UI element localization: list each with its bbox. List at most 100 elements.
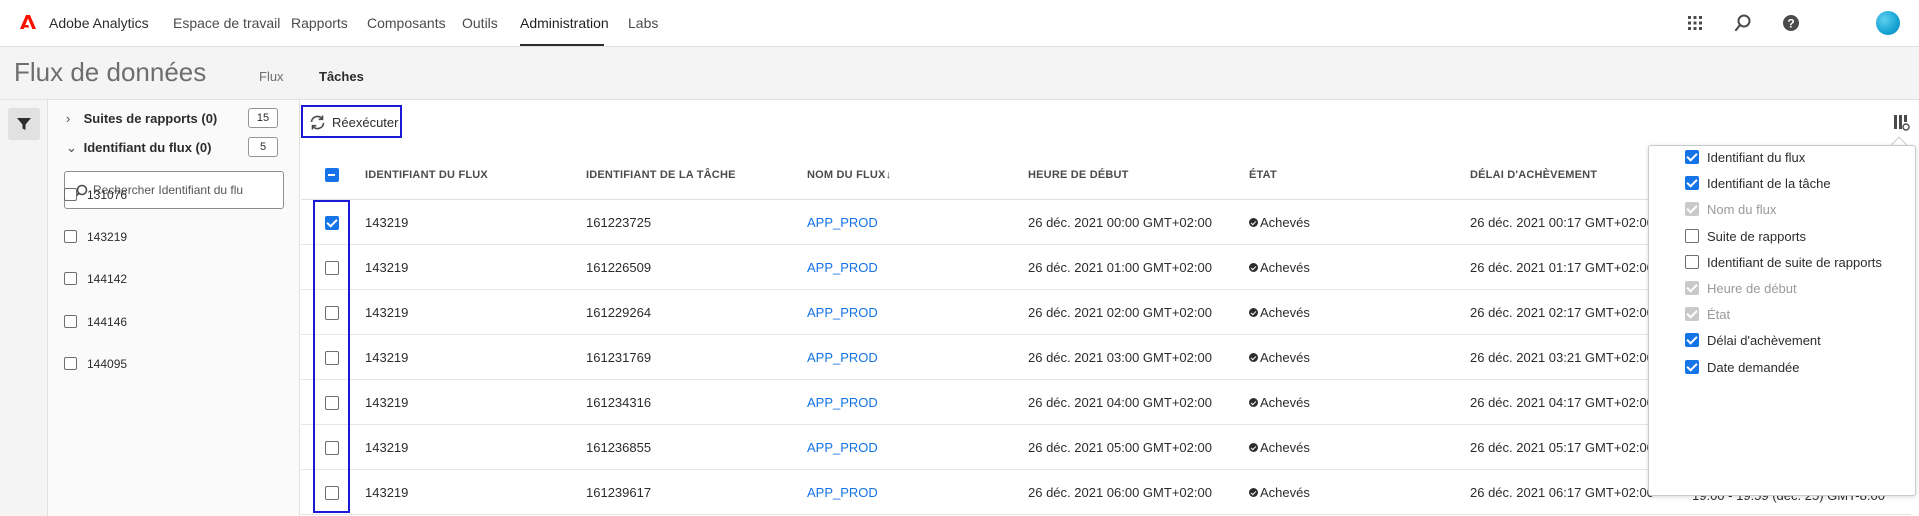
facet-report-suites-count: 15 [248,108,278,128]
cell-feed-name-link[interactable]: APP_PROD [807,440,878,455]
cell-start-time: 26 déc. 2021 06:00 GMT+02:00 [1028,485,1212,500]
sort-desc-icon[interactable]: ↓ [886,169,892,181]
column-option-label: Identifiant de suite de rapports [1707,254,1882,270]
cell-status: Achevés [1249,485,1310,500]
cell-status: Achevés [1249,215,1310,230]
column-picker-popover: Identifiant du flux Identifiant de la tâc… [1648,145,1916,496]
check-circle-icon [1249,353,1258,362]
tab-jobs[interactable]: Tâches [319,69,364,84]
check-circle-icon [1249,443,1258,452]
chevron-down-icon: ⌄ [66,140,77,155]
facet-report-suites[interactable]: › Suites de rapports (0) [66,111,217,126]
column-option-label: État [1707,307,1731,323]
column-option-checkbox[interactable] [1685,333,1699,348]
nav-item-administration[interactable]: Administration [520,15,609,31]
row-checkbox[interactable] [325,261,339,275]
rerun-button[interactable]: Réexécuter [301,105,402,138]
chevron-right-icon: › [66,111,71,126]
filter-icon [17,118,31,130]
column-option-checkbox [1685,202,1699,217]
column-option-checkbox[interactable] [1685,176,1699,191]
facet-option-checkbox[interactable] [64,315,77,328]
column-option-label: Délai d'achèvement [1707,333,1821,349]
status-text: Achevés [1260,485,1310,500]
cell-job-id: 161229264 [586,305,652,320]
cell-job-id: 161239617 [586,485,652,500]
apps-grid-icon[interactable] [1685,13,1705,33]
select-all-checkbox[interactable] [325,168,339,182]
check-circle-icon [1249,218,1258,227]
nav-item-components[interactable]: Composants [367,15,446,31]
cell-completion: 26 déc. 2021 03:21 GMT+02:00 [1470,350,1654,365]
status-text: Achevés [1260,215,1310,230]
nav-item-workspace[interactable]: Espace de travail [173,15,280,31]
cell-feed-name-link[interactable]: APP_PROD [807,215,878,230]
row-checkbox[interactable] [325,396,339,410]
cell-start-time: 26 déc. 2021 03:00 GMT+02:00 [1028,350,1212,365]
cell-feed-id: 143219 [365,215,409,230]
facet-option-label: 144142 [87,272,128,286]
header-start-time[interactable]: HEURE DE DÉBUT [1028,169,1129,181]
row-checkbox[interactable] [325,351,339,365]
left-rail [0,100,48,516]
cell-completion: 26 déc. 2021 05:17 GMT+02:00 [1470,440,1654,455]
facet-feed-id-count: 5 [248,137,278,157]
column-option-label: Suite de rapports [1707,228,1807,244]
facet-option-label: 131076 [87,188,128,202]
row-checkbox[interactable] [325,441,339,455]
cell-feed-name-link[interactable]: APP_PROD [807,395,878,410]
cell-feed-id: 143219 [365,350,409,365]
cell-status: Achevés [1249,350,1310,365]
column-option-label: Identifiant du flux [1707,150,1806,165]
header-completion[interactable]: DÉLAI D'ACHÈVEMENT [1470,169,1597,181]
column-option-checkbox [1685,281,1699,295]
cell-status: Achevés [1249,305,1310,320]
cell-start-time: 26 déc. 2021 01:00 GMT+02:00 [1028,260,1212,275]
nav-item-reports[interactable]: Rapports [291,15,348,31]
facet-option-checkbox[interactable] [64,357,77,370]
facet-option-checkbox[interactable] [64,188,77,201]
column-option-checkbox[interactable] [1685,359,1699,374]
header-feed-id[interactable]: IDENTIFIANT DU FLUX [365,169,488,181]
cell-feed-id: 143219 [365,485,409,500]
adobe-logo-icon[interactable] [20,14,36,30]
cell-completion: 26 déc. 2021 04:17 GMT+02:00 [1470,395,1654,410]
column-option-checkbox[interactable] [1685,228,1699,243]
header-job-id[interactable]: IDENTIFIANT DE LA TÂCHE [586,169,736,181]
nav-item-labs[interactable]: Labs [628,15,658,31]
status-text: Achevés [1260,440,1310,455]
facet-feed-id[interactable]: ⌄ Identifiant du flux (0) [66,140,211,156]
column-option-checkbox[interactable] [1685,150,1699,164]
cell-feed-name-link[interactable]: APP_PROD [807,350,878,365]
column-option-label: Nom du flux [1707,202,1777,218]
nav-item-tools[interactable]: Outils [462,15,498,31]
facet-option-checkbox[interactable] [64,272,77,285]
search-icon[interactable] [1733,13,1753,33]
cell-status: Achevés [1249,440,1310,455]
row-checkbox[interactable] [325,306,339,320]
check-circle-icon [1249,398,1258,407]
cell-feed-name-link[interactable]: APP_PROD [807,485,878,500]
cell-feed-name-link[interactable]: APP_PROD [807,260,878,275]
row-checkbox[interactable] [325,486,339,500]
help-icon[interactable]: ? [1781,13,1801,33]
facet-option-label: 144146 [87,315,128,329]
app-name[interactable]: Adobe Analytics [49,15,149,31]
filter-toggle-button[interactable] [8,108,40,140]
cell-status: Achevés [1249,260,1310,275]
svg-text:?: ? [1787,17,1794,31]
header-feed-name[interactable]: NOM DU FLUX↓ [807,169,891,181]
cell-feed-id: 143219 [365,260,409,275]
column-option-checkbox [1685,307,1699,322]
column-settings-icon[interactable] [1893,114,1910,131]
top-nav: Adobe Analytics Espace de travail Rappor… [0,0,1919,47]
cell-job-id: 161226509 [586,260,652,275]
cell-feed-name-link[interactable]: APP_PROD [807,305,878,320]
tab-feeds[interactable]: Flux [259,69,284,84]
facet-option-checkbox[interactable] [64,230,77,243]
user-avatar[interactable] [1876,11,1900,35]
header-status[interactable]: ÉTAT [1249,169,1277,181]
facet-report-suites-label: Suites de rapports (0) [83,111,218,126]
column-option-checkbox[interactable] [1685,254,1699,269]
row-checkbox[interactable] [325,216,339,230]
